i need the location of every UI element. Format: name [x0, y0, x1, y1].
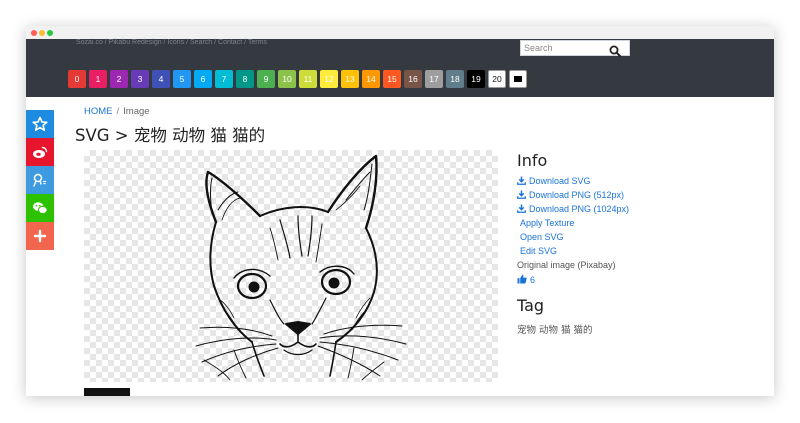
- breadcrumb-separator: /: [116, 106, 120, 117]
- star-icon: [32, 116, 48, 131]
- breadcrumb-home-link[interactable]: HOME: [84, 106, 113, 117]
- download-png-512-link[interactable]: Download PNG (512px): [517, 190, 767, 204]
- share-weibo-button[interactable]: [26, 138, 54, 166]
- download-icon: [517, 204, 526, 213]
- color-swatch-12[interactable]: 12: [320, 70, 338, 88]
- breadcrumb: HOME / Image: [84, 106, 150, 117]
- search-box[interactable]: [520, 40, 630, 57]
- color-swatch-20[interactable]: 20: [488, 70, 506, 88]
- download-icon: [517, 190, 526, 199]
- color-swatch-0[interactable]: 0: [68, 70, 86, 88]
- download-png-512-label: Download PNG (512px): [529, 190, 625, 200]
- download-svg-label: Download SVG: [529, 176, 591, 186]
- color-swatch-custom[interactable]: [509, 70, 527, 88]
- color-swatch-5[interactable]: 5: [173, 70, 191, 88]
- color-swatch-19[interactable]: 19: [467, 70, 485, 88]
- color-swatch-14[interactable]: 14: [362, 70, 380, 88]
- svg-preview-image[interactable]: [84, 150, 498, 382]
- maximize-window-dot[interactable]: [47, 30, 53, 36]
- color-swatch-10[interactable]: 10: [278, 70, 296, 88]
- info-links: Download SVG Download PNG (512px) Downlo…: [517, 176, 767, 288]
- download-svg-link[interactable]: Download SVG: [517, 176, 767, 190]
- color-swatch-17[interactable]: 17: [425, 70, 443, 88]
- like-button[interactable]: 6: [517, 274, 767, 288]
- color-swatch-4[interactable]: 4: [152, 70, 170, 88]
- info-heading: Info: [517, 151, 548, 170]
- browser-window: Sozai.co / Pikabu Redesign / Icons / Sea…: [26, 26, 774, 396]
- color-swatch-11[interactable]: 11: [299, 70, 317, 88]
- top-navbar: Sozai.co / Pikabu Redesign / Icons / Sea…: [26, 39, 774, 97]
- download-png-1024-link[interactable]: Download PNG (1024px): [517, 204, 767, 218]
- search-input[interactable]: [524, 42, 604, 54]
- close-window-dot[interactable]: [31, 30, 37, 36]
- tag-heading: Tag: [517, 296, 545, 315]
- black-square-icon: [514, 76, 522, 82]
- color-swatch-8[interactable]: 8: [236, 70, 254, 88]
- qq-icon: [33, 173, 47, 187]
- nav-links-text[interactable]: Sozai.co / Pikabu Redesign / Icons / Sea…: [76, 39, 267, 46]
- page-title: SVG > 宠物 动物 猫 猫的: [75, 126, 266, 145]
- tag-list[interactable]: 宠物 动物 猫 猫的: [517, 322, 593, 336]
- share-wechat-button[interactable]: [26, 194, 54, 222]
- color-swatch-3[interactable]: 3: [131, 70, 149, 88]
- download-png-1024-label: Download PNG (1024px): [529, 204, 630, 214]
- color-swatch-9[interactable]: 9: [257, 70, 275, 88]
- edit-svg-link[interactable]: Edit SVG: [517, 246, 767, 260]
- minimize-window-dot[interactable]: [39, 30, 45, 36]
- open-svg-link[interactable]: Open SVG: [517, 232, 767, 246]
- original-image-credit: Original image (Pixabay): [517, 260, 616, 270]
- cc-license-badge[interactable]: [84, 388, 130, 396]
- download-icon: [517, 176, 526, 185]
- window-titlebar: [26, 26, 774, 39]
- color-swatch-2[interactable]: 2: [110, 70, 128, 88]
- color-swatch-6[interactable]: 6: [194, 70, 212, 88]
- cat-sketch-illustration: [195, 154, 407, 381]
- color-swatch-16[interactable]: 16: [404, 70, 422, 88]
- apply-texture-link[interactable]: Apply Texture: [517, 218, 767, 232]
- wechat-icon: [33, 202, 48, 215]
- search-icon[interactable]: [609, 42, 623, 57]
- weibo-icon: [33, 146, 48, 158]
- share-more-button[interactable]: [26, 222, 54, 250]
- color-swatch-1[interactable]: 1: [89, 70, 107, 88]
- thumbs-up-icon: [517, 274, 527, 284]
- share-qq-button[interactable]: [26, 166, 54, 194]
- like-count: 6: [530, 275, 536, 285]
- color-swatch-13[interactable]: 13: [341, 70, 359, 88]
- favorite-button[interactable]: [26, 110, 54, 138]
- breadcrumb-current: Image: [123, 106, 150, 117]
- color-swatch-7[interactable]: 7: [215, 70, 233, 88]
- color-swatch-18[interactable]: 18: [446, 70, 464, 88]
- plus-icon: [33, 229, 47, 243]
- color-swatch-15[interactable]: 15: [383, 70, 401, 88]
